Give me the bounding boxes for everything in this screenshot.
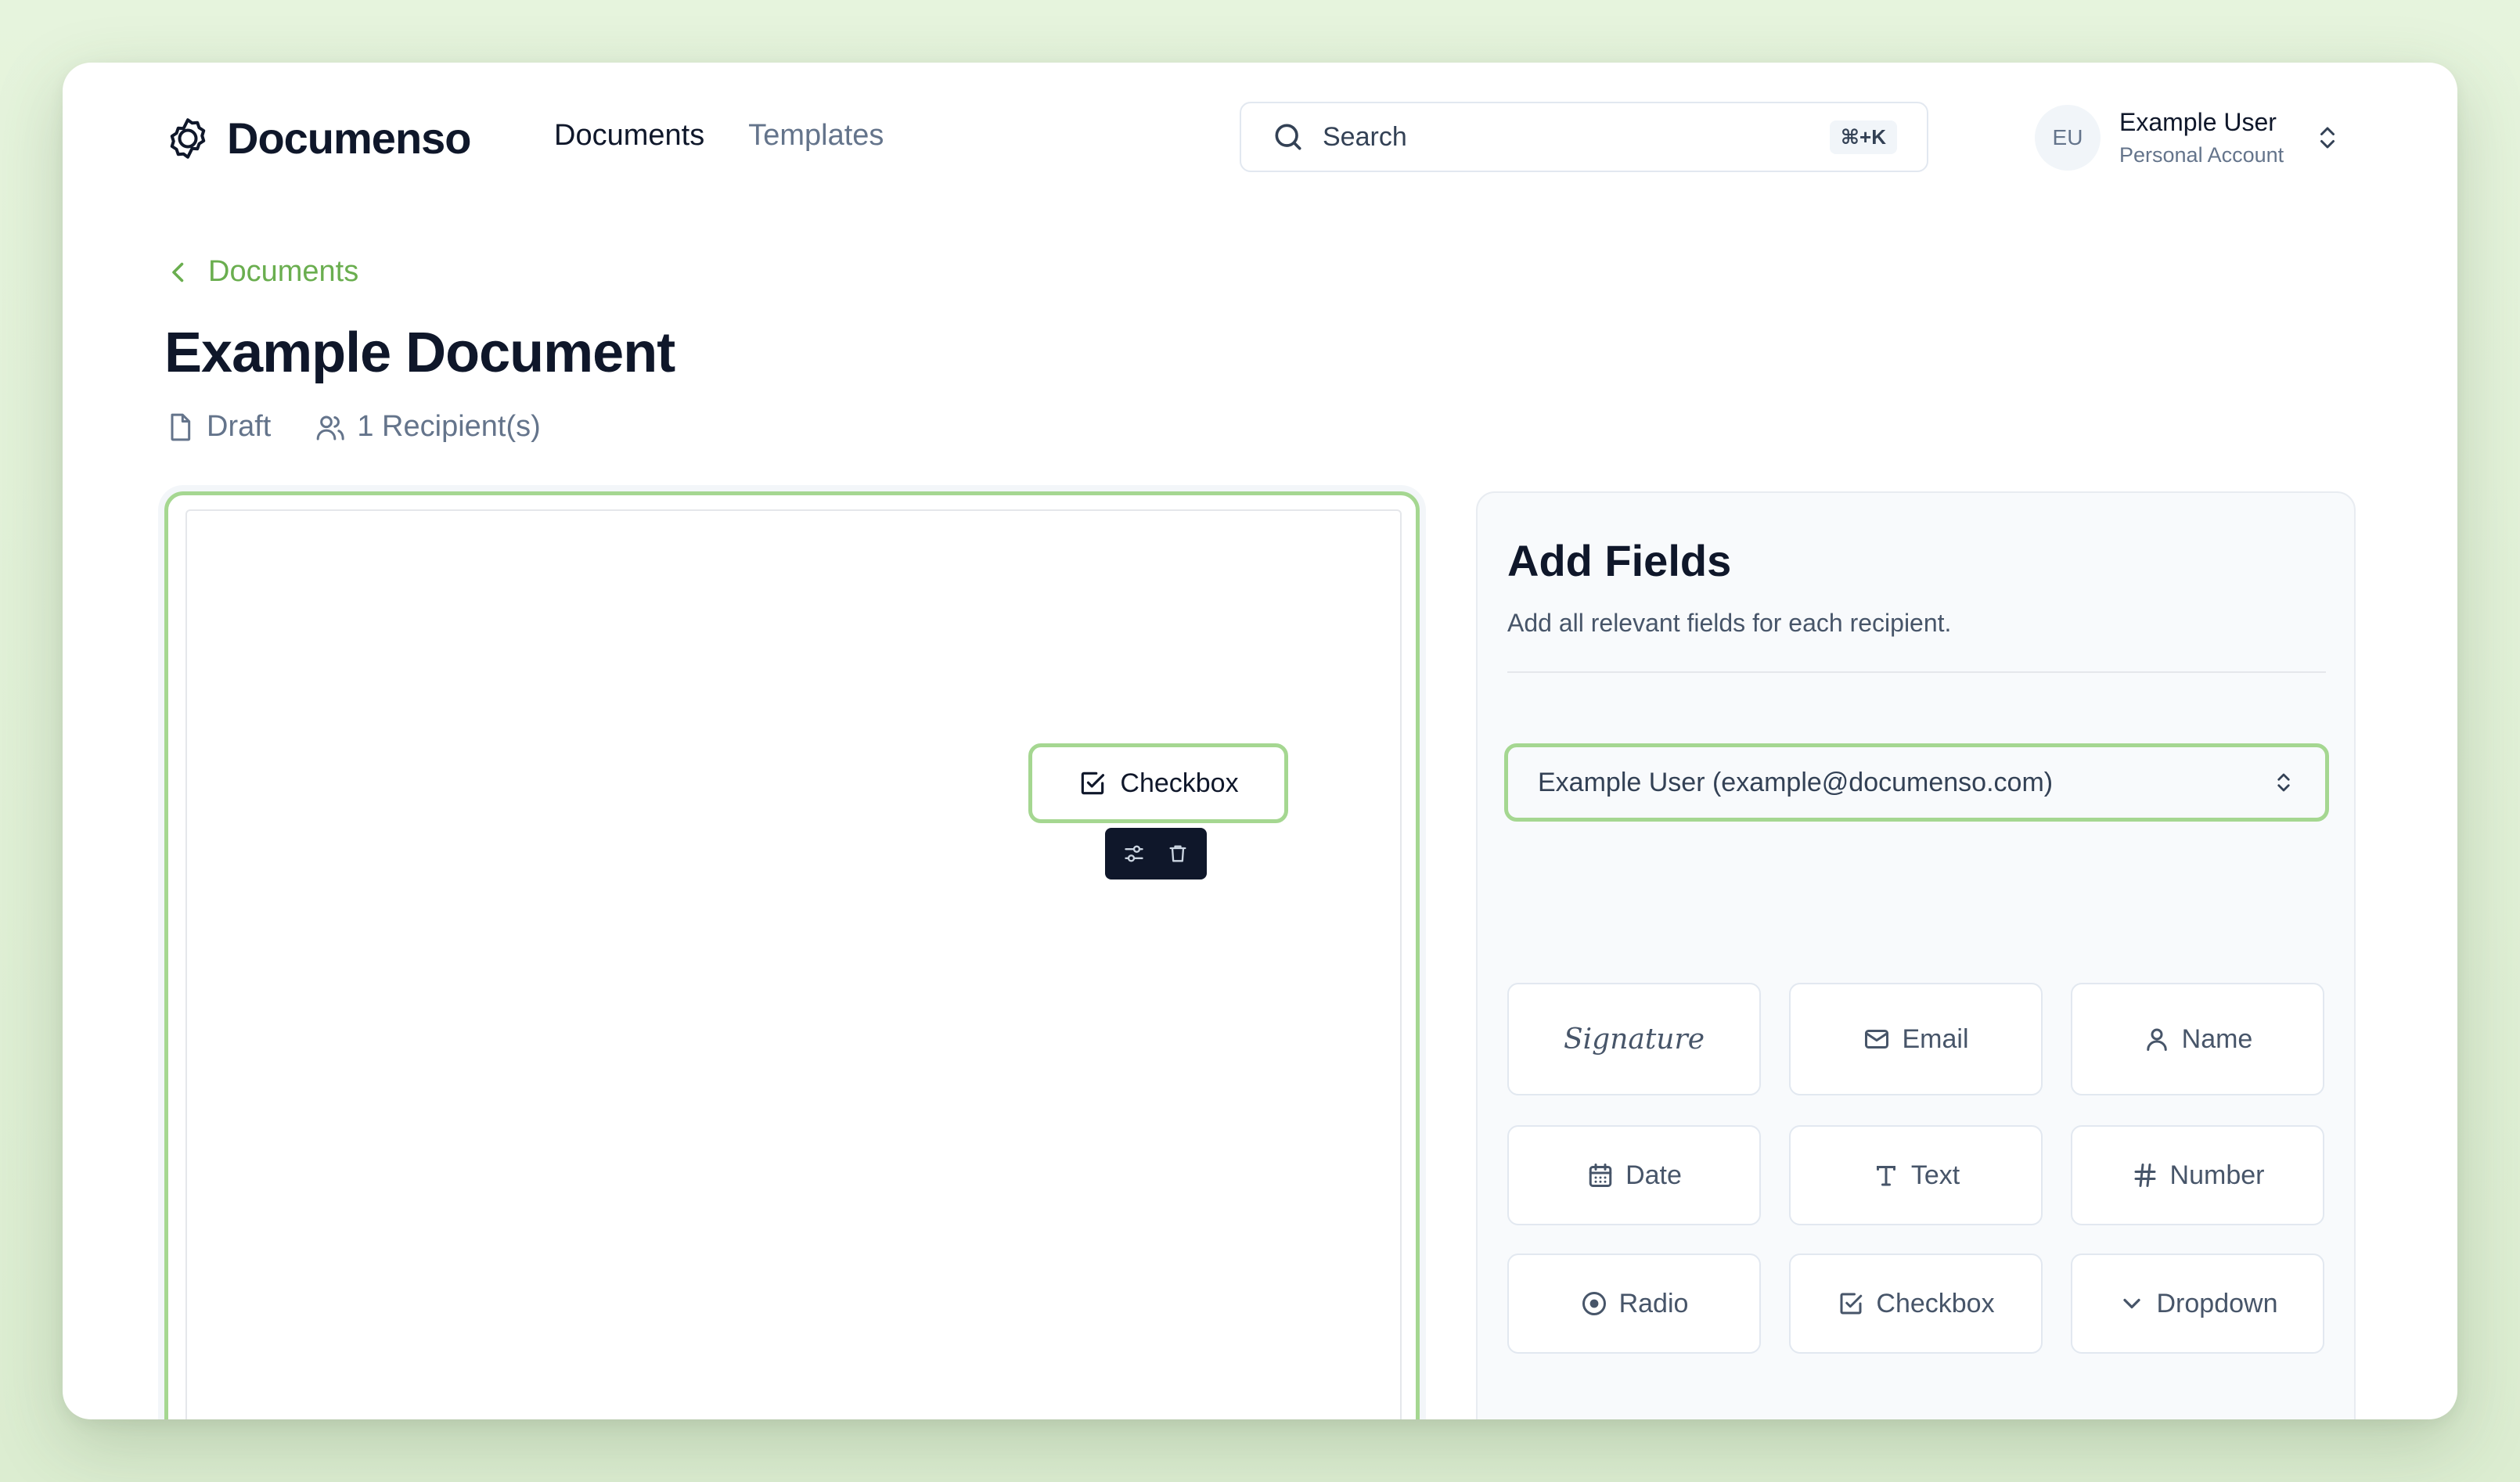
field-signature[interactable]: Signature — [1507, 983, 1761, 1095]
user-icon — [2146, 1028, 2167, 1051]
chevrons-up-down-icon — [2320, 127, 2335, 149]
chevrons-up-down-icon — [2277, 773, 2290, 792]
panel-title: Add Fields — [1507, 536, 1732, 585]
field-toolbar — [1105, 828, 1207, 879]
nav-documents[interactable]: Documents — [554, 119, 704, 153]
users-icon — [317, 415, 345, 440]
nav-templates[interactable]: Templates — [748, 119, 884, 153]
field-text-label: Text — [1910, 1160, 1960, 1190]
status-text: Draft — [207, 410, 272, 443]
document-canvas[interactable] — [164, 491, 1420, 1419]
main-nav: Documents Templates — [554, 119, 884, 153]
field-email-label: Email — [1902, 1023, 1969, 1054]
page-title: Example Document — [164, 322, 675, 384]
divider — [1507, 671, 2326, 673]
search-icon — [1275, 124, 1301, 150]
document-meta: Draft 1 Recipient(s) — [164, 410, 541, 444]
field-number[interactable]: Number — [2071, 1125, 2324, 1225]
logo[interactable]: Documenso — [164, 113, 471, 164]
field-number-label: Number — [2169, 1160, 2265, 1190]
recipient-select-value: Example User (example@documenso.com) — [1538, 767, 2054, 797]
checkbox-icon — [1082, 772, 1105, 795]
account-type: Personal Account — [2119, 143, 2284, 167]
add-fields-panel: Add Fields Add all relevant fields for e… — [1476, 491, 2356, 1419]
signature-icon: Signature — [1563, 1023, 1705, 1056]
calendar-icon — [1589, 1164, 1612, 1187]
trash-icon[interactable] — [1167, 843, 1189, 865]
status-badge: Draft — [164, 410, 271, 444]
field-name[interactable]: Name — [2071, 983, 2324, 1095]
panel-subtitle: Add all relevant fields for each recipie… — [1507, 609, 1952, 637]
breadcrumb[interactable]: Documents — [164, 255, 358, 289]
settings-icon[interactable] — [1123, 843, 1145, 865]
logo-text: Documenso — [227, 113, 471, 163]
field-email[interactable]: Email — [1789, 983, 2043, 1095]
field-date-label: Date — [1625, 1160, 1682, 1190]
radio-icon — [1582, 1292, 1606, 1315]
avatar: EU — [2035, 105, 2101, 171]
field-name-label: Name — [2181, 1023, 2253, 1054]
user-name: Example User — [2119, 108, 2277, 136]
placed-checkbox-field[interactable]: Checkbox — [1028, 743, 1288, 823]
field-dropdown[interactable]: Dropdown — [2071, 1254, 2324, 1354]
search-shortcut: ⌘+K — [1829, 120, 1897, 154]
mail-icon — [1865, 1030, 1889, 1049]
type-icon — [1876, 1166, 1895, 1186]
field-checkbox[interactable]: Checkbox — [1789, 1254, 2043, 1354]
field-radio[interactable]: Radio — [1507, 1254, 1761, 1354]
search-placeholder: Search — [1323, 121, 1407, 152]
chevron-down-icon — [2122, 1298, 2140, 1309]
checkbox-icon — [1840, 1293, 1863, 1315]
field-checkbox-label: Checkbox — [1876, 1288, 1995, 1318]
file-icon — [171, 413, 191, 441]
logo-icon — [170, 117, 206, 159]
chevron-left-icon — [172, 262, 184, 282]
recipient-count-text: 1 Recipient(s) — [357, 410, 541, 443]
field-date[interactable]: Date — [1507, 1125, 1761, 1225]
hash-icon — [2134, 1164, 2156, 1187]
placed-field-label: Checkbox — [1120, 768, 1239, 798]
field-dropdown-label: Dropdown — [2156, 1288, 2278, 1318]
breadcrumb-label: Documents — [208, 255, 359, 288]
document-page[interactable] — [185, 509, 1402, 1419]
recipient-count: 1 Recipient(s) — [315, 410, 541, 444]
search-input[interactable]: Search ⌘+K — [1240, 102, 1928, 172]
account-switcher[interactable]: EU Example User Personal Account — [2035, 105, 2342, 171]
field-text[interactable]: Text — [1789, 1125, 2043, 1225]
app-window: Documenso Documents Templates Search ⌘+K… — [63, 63, 2457, 1419]
account-info: Example User Personal Account — [2119, 108, 2284, 167]
field-radio-label: Radio — [1618, 1288, 1689, 1318]
recipient-select[interactable]: Example User (example@documenso.com) — [1504, 743, 2329, 822]
